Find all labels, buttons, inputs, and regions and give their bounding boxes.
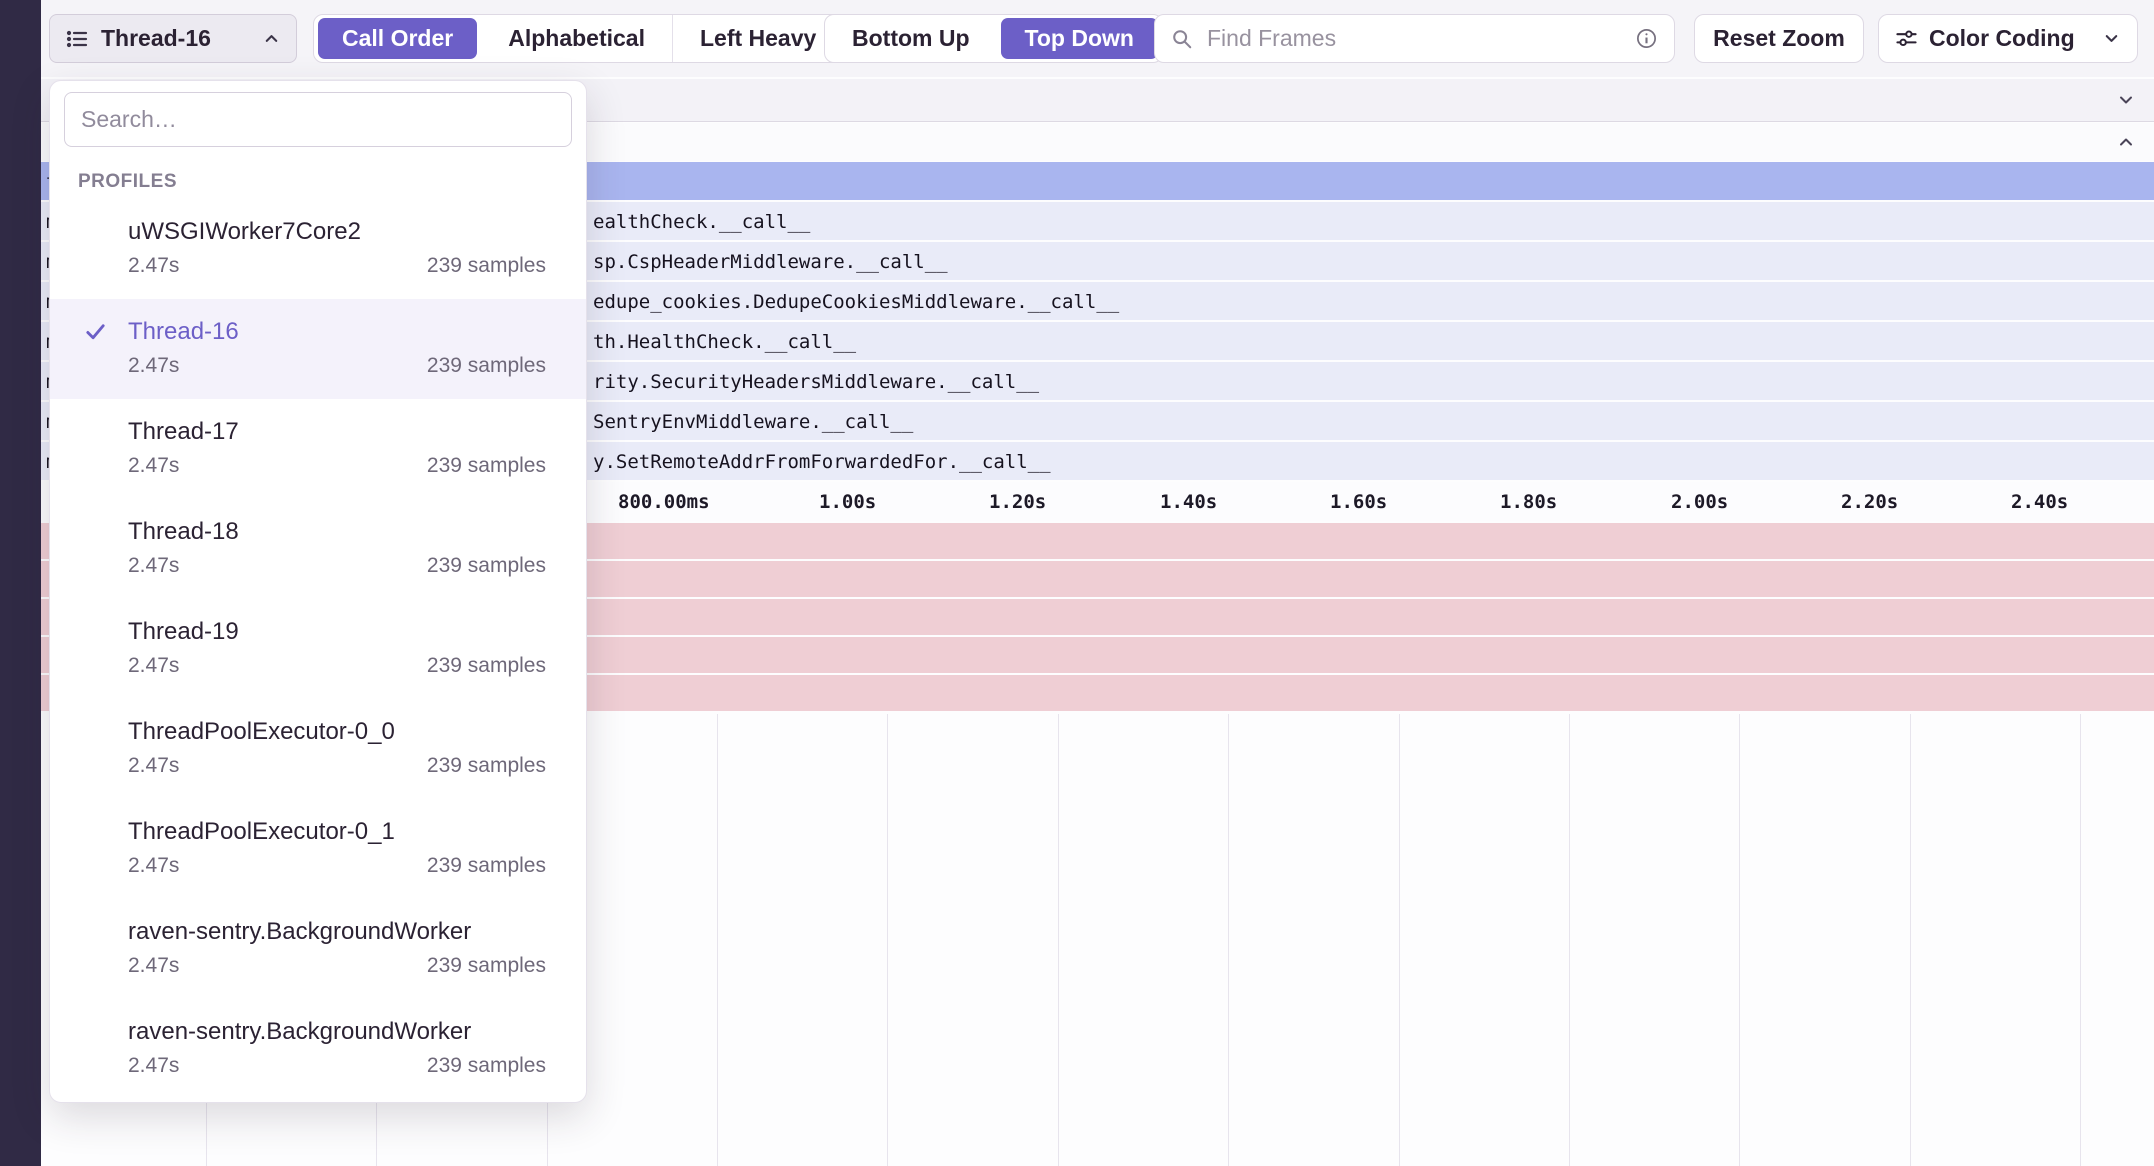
info-icon[interactable] [1635,27,1658,50]
profile-duration: 2.47s [128,1050,179,1082]
find-frames-input[interactable] [1205,24,1623,53]
profile-option[interactable]: Thread-172.47s 239 samples [50,399,586,499]
profile-name: ThreadPoolExecutor-0_0 [128,714,546,750]
profile-option[interactable]: raven-sentry.BackgroundWorker2.47s 239 sa… [50,899,586,999]
reset-zoom-button[interactable]: Reset Zoom [1694,14,1864,63]
check-placeholder [80,814,110,820]
check-placeholder [80,614,110,620]
profile-samples: 239 samples [427,750,546,782]
profile-option[interactable]: Thread-162.47s 239 samples [50,299,586,399]
profile-list: uWSGIWorker7Core22.47s239 samplesThread-… [50,199,586,1099]
profile-option[interactable]: ThreadPoolExecutor-0_02.47s 239 samples [50,699,586,799]
frame-text: ealthCheck.__call__ [593,211,810,233]
profile-name: Thread-17 [128,414,546,450]
frame-text: SentryEnvMiddleware.__call__ [593,411,913,433]
segment-call-order[interactable]: Call Order [318,18,477,59]
profile-name: Thread-16 [128,314,546,350]
segment-left-heavy[interactable]: Left Heavy [672,15,843,62]
time-tick: 1.60s [1330,491,1387,513]
check-placeholder [80,514,110,520]
gridline [1228,714,1229,1166]
find-frames-search[interactable] [1154,14,1675,63]
frame-text: sp.CspHeaderMiddleware.__call__ [593,251,948,273]
check-placeholder [80,414,110,420]
time-tick: 2.20s [1841,491,1898,513]
gridline [887,714,888,1166]
profile-duration: 2.47s [128,250,179,282]
time-tick: 2.40s [2011,491,2068,513]
profile-name: Thread-19 [128,614,546,650]
thread-dropdown: PROFILES uWSGIWorker7Core22.47s239 sampl… [49,80,587,1103]
segment-bottom-up[interactable]: Bottom Up [825,15,997,62]
gridline [1058,714,1059,1166]
chevron-down-icon[interactable] [2116,90,2136,110]
time-tick: 2.00s [1671,491,1728,513]
profile-name: raven-sentry.BackgroundWorker [128,914,546,950]
time-tick: 1.20s [989,491,1046,513]
chevron-down-icon [2102,29,2121,48]
color-coding-label: Color Coding [1929,25,2091,52]
gridline [1569,714,1570,1166]
profile-samples: 239 samples [427,350,546,382]
search-icon [1171,28,1193,50]
frame-text: y.SetRemoteAddrFromForwardedFor.__call__ [593,451,1051,473]
dropdown-search-input[interactable] [64,92,572,147]
gridline [1739,714,1740,1166]
thread-selector-label: Thread-16 [101,25,250,52]
profile-duration: 2.47s [128,950,179,982]
thread-selector-button[interactable]: Thread-16 [49,14,297,63]
profile-name: uWSGIWorker7Core2 [128,214,546,250]
time-tick: 1.80s [1500,491,1557,513]
frame-text: edupe_cookies.DedupeCookiesMiddleware.__… [593,291,1119,313]
direction-segmented-control: Bottom UpTop Down [824,14,1163,63]
profile-samples: 239 samples [427,650,546,682]
chevron-up-icon [262,29,281,48]
profile-duration: 2.47s [128,750,179,782]
segment-top-down[interactable]: Top Down [1001,18,1158,59]
profile-name: ThreadPoolExecutor-0_1 [128,814,546,850]
profile-option[interactable]: uWSGIWorker7Core22.47s 239 samples [50,199,586,299]
gridline [1399,714,1400,1166]
check-icon [80,314,110,343]
profile-name: Thread-18 [128,514,546,550]
profiles-section-label: PROFILES [78,171,586,193]
check-placeholder [80,714,110,720]
frame-text: rity.SecurityHeadersMiddleware.__call__ [593,371,1039,393]
profile-samples: 239 samples [427,250,546,282]
profile-option[interactable]: Thread-192.47s 239 samples [50,599,586,699]
profile-samples: 239 samples [427,450,546,482]
profile-name: raven-sentry.BackgroundWorker [128,1014,546,1050]
profile-samples: 239 samples [427,1050,546,1082]
check-placeholder [80,1014,110,1020]
profile-duration: 2.47s [128,450,179,482]
check-placeholder [80,914,110,920]
sort-segmented-control: Call OrderAlphabeticalLeft Heavy [313,14,844,63]
profile-samples: 239 samples [427,850,546,882]
profile-option[interactable]: raven-sentry.BackgroundWorker2.47s 239 sa… [50,999,586,1099]
gridline [2080,714,2081,1166]
segment-alphabetical[interactable]: Alphabetical [481,15,672,62]
gridline [1910,714,1911,1166]
sidebar-edge [0,0,41,1166]
profile-option[interactable]: Thread-182.47s 239 samples [50,499,586,599]
profile-duration: 2.47s [128,650,179,682]
gridline [717,714,718,1166]
time-tick: 800.00ms [618,491,710,513]
sliders-icon [1895,27,1918,50]
frame-text: th.HealthCheck.__call__ [593,331,856,353]
profile-duration: 2.47s [128,550,179,582]
check-placeholder [80,214,110,220]
color-coding-button[interactable]: Color Coding [1878,14,2138,63]
profile-duration: 2.47s [128,350,179,382]
list-icon [65,27,89,51]
time-tick: 1.40s [1160,491,1217,513]
toolbar: Thread-16 Call OrderAlphabeticalLeft Hea… [0,0,2154,77]
profile-duration: 2.47s [128,850,179,882]
chevron-up-icon[interactable] [2116,132,2136,152]
profile-samples: 239 samples [427,550,546,582]
profile-samples: 239 samples [427,950,546,982]
time-tick: 1.00s [819,491,876,513]
profile-option[interactable]: ThreadPoolExecutor-0_12.47s 239 samples [50,799,586,899]
